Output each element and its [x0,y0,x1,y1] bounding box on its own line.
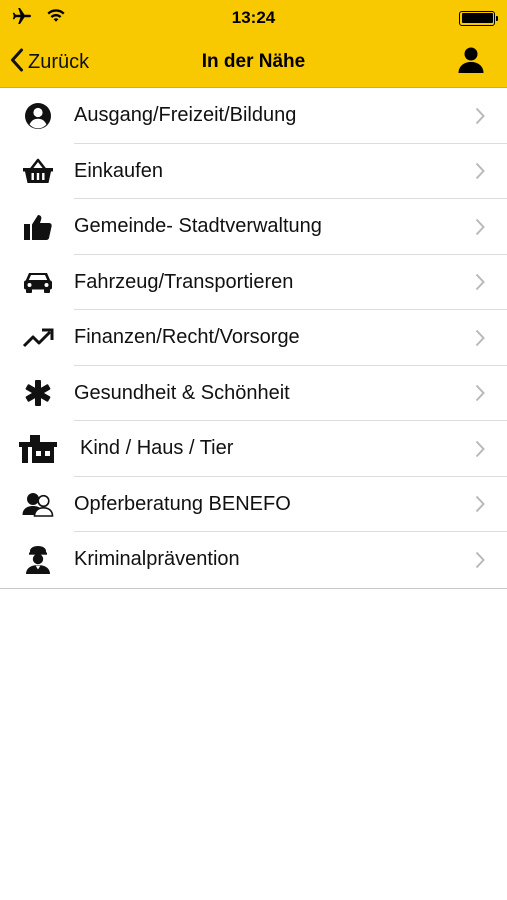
house-icon [18,421,58,477]
list-item-label: Einkaufen [74,159,163,182]
chevron-right-icon [475,310,485,366]
profile-button[interactable] [453,44,489,80]
list-item[interactable]: Gemeinde- Stadtverwaltung [0,199,507,255]
chevron-right-icon [475,199,485,255]
list-item[interactable]: Einkaufen [0,144,507,200]
list-item-label: Gesundheit & Schönheit [74,381,290,404]
airplane-icon [12,7,32,29]
chevron-right-icon [475,532,485,588]
people-icon [18,477,58,533]
list-item[interactable]: Kriminalprävention [0,532,507,588]
status-time: 13:24 [231,8,276,27]
chevron-right-icon [475,144,485,200]
list-item[interactable]: Kind / Haus / Tier [0,421,507,477]
list-item-label: Ausgang/Freizeit/Bildung [74,104,297,127]
chevron-right-icon [475,477,485,533]
list-item-label: Opferberatung BENEFO [74,492,291,515]
status-bar: 13:24 [0,0,507,36]
asterisk-icon [18,366,58,422]
trending-up-icon [18,310,58,366]
battery-icon [459,10,498,26]
navigation-bar: Zurück In der Nähe [0,36,507,88]
chevron-right-icon [475,421,485,477]
list-item-label: Kriminalprävention [74,548,240,571]
list-item[interactable]: Finanzen/Recht/Vorsorge [0,310,507,366]
list-item-label: Fahrzeug/Transportieren [74,270,294,293]
person-icon [457,46,485,79]
list-item-label: Finanzen/Recht/Vorsorge [74,326,300,349]
back-button[interactable]: Zurück [10,36,89,88]
back-label: Zurück [28,50,90,73]
list-item[interactable]: Fahrzeug/Transportieren [0,255,507,311]
chevron-right-icon [475,255,485,311]
user-circle-icon [18,88,58,144]
chevron-left-icon [10,48,24,77]
police-officer-icon [18,532,58,588]
list-item-label: Kind / Haus / Tier [80,437,234,460]
thumbs-up-icon [18,199,58,255]
chevron-right-icon [475,366,485,422]
basket-icon [18,144,58,200]
list-item[interactable]: Opferberatung BENEFO [0,477,507,533]
category-list: Ausgang/Freizeit/Bildung Einkaufen Gemei… [0,88,507,589]
wifi-icon [46,8,66,28]
list-item-label: Gemeinde- Stadtverwaltung [74,215,322,238]
car-icon [18,255,58,311]
list-item[interactable]: Gesundheit & Schönheit [0,366,507,422]
list-item[interactable]: Ausgang/Freizeit/Bildung [0,88,507,144]
chevron-right-icon [475,88,485,144]
